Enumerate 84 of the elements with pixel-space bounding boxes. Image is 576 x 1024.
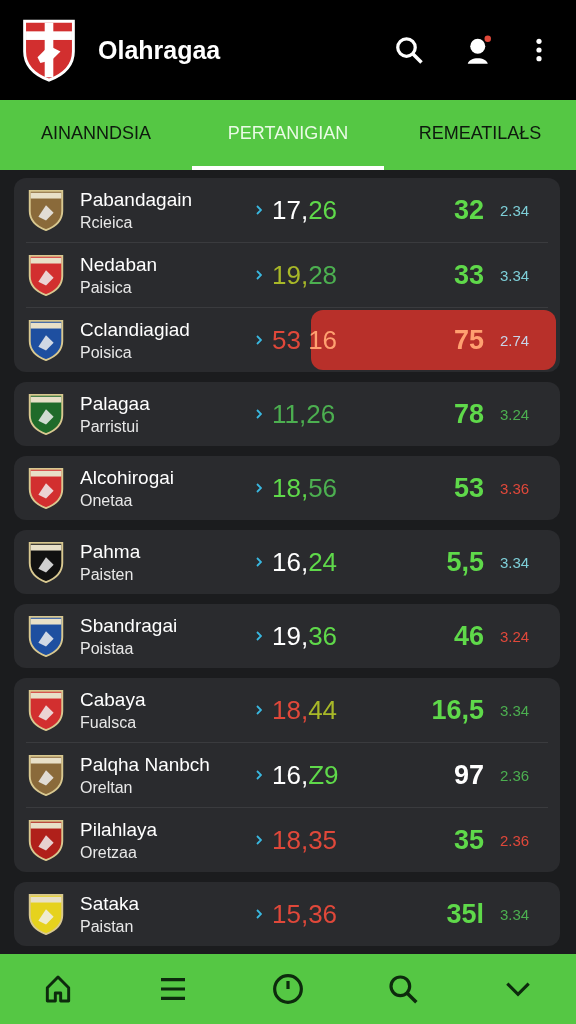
team-league: Paisica xyxy=(80,278,133,297)
odds-value: 19,28 xyxy=(272,259,339,291)
points-value: 32 xyxy=(452,194,484,226)
crest-icon xyxy=(26,540,66,584)
odds-value: 19,36 xyxy=(272,620,339,652)
crest-icon xyxy=(26,753,66,797)
rate-value: 2.36 xyxy=(500,831,530,849)
app-title: Olahragaa xyxy=(98,35,222,65)
rate-value: 3.24 xyxy=(500,627,530,645)
odds-value: 18,56 xyxy=(272,472,339,504)
points-value: 97 xyxy=(452,759,484,791)
crest-icon xyxy=(26,392,66,436)
points-value: 35 xyxy=(452,824,484,856)
team-league: Poisica xyxy=(80,343,133,362)
chevron-icon[interactable] xyxy=(256,409,262,419)
crest-icon xyxy=(26,188,66,232)
team-league: Rcieica xyxy=(80,213,134,232)
tab[interactable]: REMEATILAŁS xyxy=(384,100,576,170)
rate-value: 3.36 xyxy=(500,479,530,497)
team-league: Oretzaa xyxy=(80,843,138,862)
team-name: Cclandiagiad xyxy=(80,318,191,341)
odds-value: 15,36 xyxy=(272,898,339,930)
rate-value: 2.74 xyxy=(500,331,530,349)
odds-value: 16,Z9 xyxy=(272,759,340,791)
team-name: Pabandagain xyxy=(80,188,193,211)
rate-value: 3.24 xyxy=(500,405,530,423)
chevron-icon[interactable] xyxy=(256,205,262,215)
team-league: Poistaa xyxy=(80,639,135,658)
rate-value: 2.34 xyxy=(500,201,530,219)
rate-value: 2.36 xyxy=(500,766,530,784)
chevron-icon[interactable] xyxy=(256,335,262,345)
chevron-icon[interactable] xyxy=(256,483,262,493)
crest-icon xyxy=(26,688,66,732)
team-league: Paisten xyxy=(80,565,135,584)
points-value: 53 xyxy=(452,472,484,504)
rate-value: 3.34 xyxy=(500,266,530,284)
team-league: Oreltan xyxy=(80,778,134,797)
team-name: Palagaa xyxy=(80,392,151,415)
team-name: Pahma xyxy=(80,540,142,563)
chevron-icon[interactable] xyxy=(256,770,262,780)
points-value: 35l xyxy=(445,898,484,930)
odds-value: 18,44 xyxy=(272,694,339,726)
chevron-icon[interactable] xyxy=(256,270,262,280)
team-name: Cabaya xyxy=(80,688,147,711)
tab[interactable]: AINANNDSIA xyxy=(0,100,192,170)
team-league: Paistan xyxy=(80,917,135,936)
more-icon[interactable] xyxy=(534,37,544,63)
odds-value: 18,35 xyxy=(272,824,339,856)
team-league: Fualsca xyxy=(80,713,138,732)
points-value: 5,5 xyxy=(445,546,484,578)
odds-value: 17,26 xyxy=(272,194,339,226)
search-icon[interactable] xyxy=(394,35,424,65)
team-name: Sbandragai xyxy=(80,614,179,637)
rate-value: 3.34 xyxy=(500,905,530,923)
points-value: 33 xyxy=(452,259,484,291)
crest-icon xyxy=(26,892,66,936)
points-value: 75 xyxy=(452,324,484,356)
chevron-icon[interactable] xyxy=(256,631,262,641)
points-value: 78 xyxy=(452,398,484,430)
team-name: Palqha Nanbch xyxy=(80,753,211,776)
team-name: Nedaban xyxy=(80,253,159,276)
rate-value: 3.34 xyxy=(500,553,530,571)
points-value: 46 xyxy=(452,620,484,652)
logo-icon xyxy=(20,17,78,83)
team-league: Parristui xyxy=(80,417,140,436)
team-league: Onetaa xyxy=(80,491,134,510)
chevron-icon[interactable] xyxy=(256,557,262,567)
power-icon[interactable] xyxy=(271,973,304,1005)
odds-value: 11,26 xyxy=(272,398,337,430)
chevron-icon[interactable] xyxy=(256,909,262,919)
team-name: Pilahlaya xyxy=(80,818,159,841)
points-value: 16,5 xyxy=(430,694,484,726)
odds-value: 16,24 xyxy=(272,546,339,578)
crest-icon xyxy=(26,466,66,510)
team-name: Alcohirogai xyxy=(80,466,175,489)
crest-icon xyxy=(26,318,66,362)
crest-icon xyxy=(26,614,66,658)
team-name: Sataka xyxy=(80,892,141,915)
rate-value: 3.34 xyxy=(500,701,530,719)
chevron-icon[interactable] xyxy=(256,705,262,715)
crest-icon xyxy=(26,818,66,862)
crest-icon xyxy=(26,253,66,297)
search-icon[interactable] xyxy=(387,973,420,1005)
chevron-icon[interactable] xyxy=(256,835,262,845)
